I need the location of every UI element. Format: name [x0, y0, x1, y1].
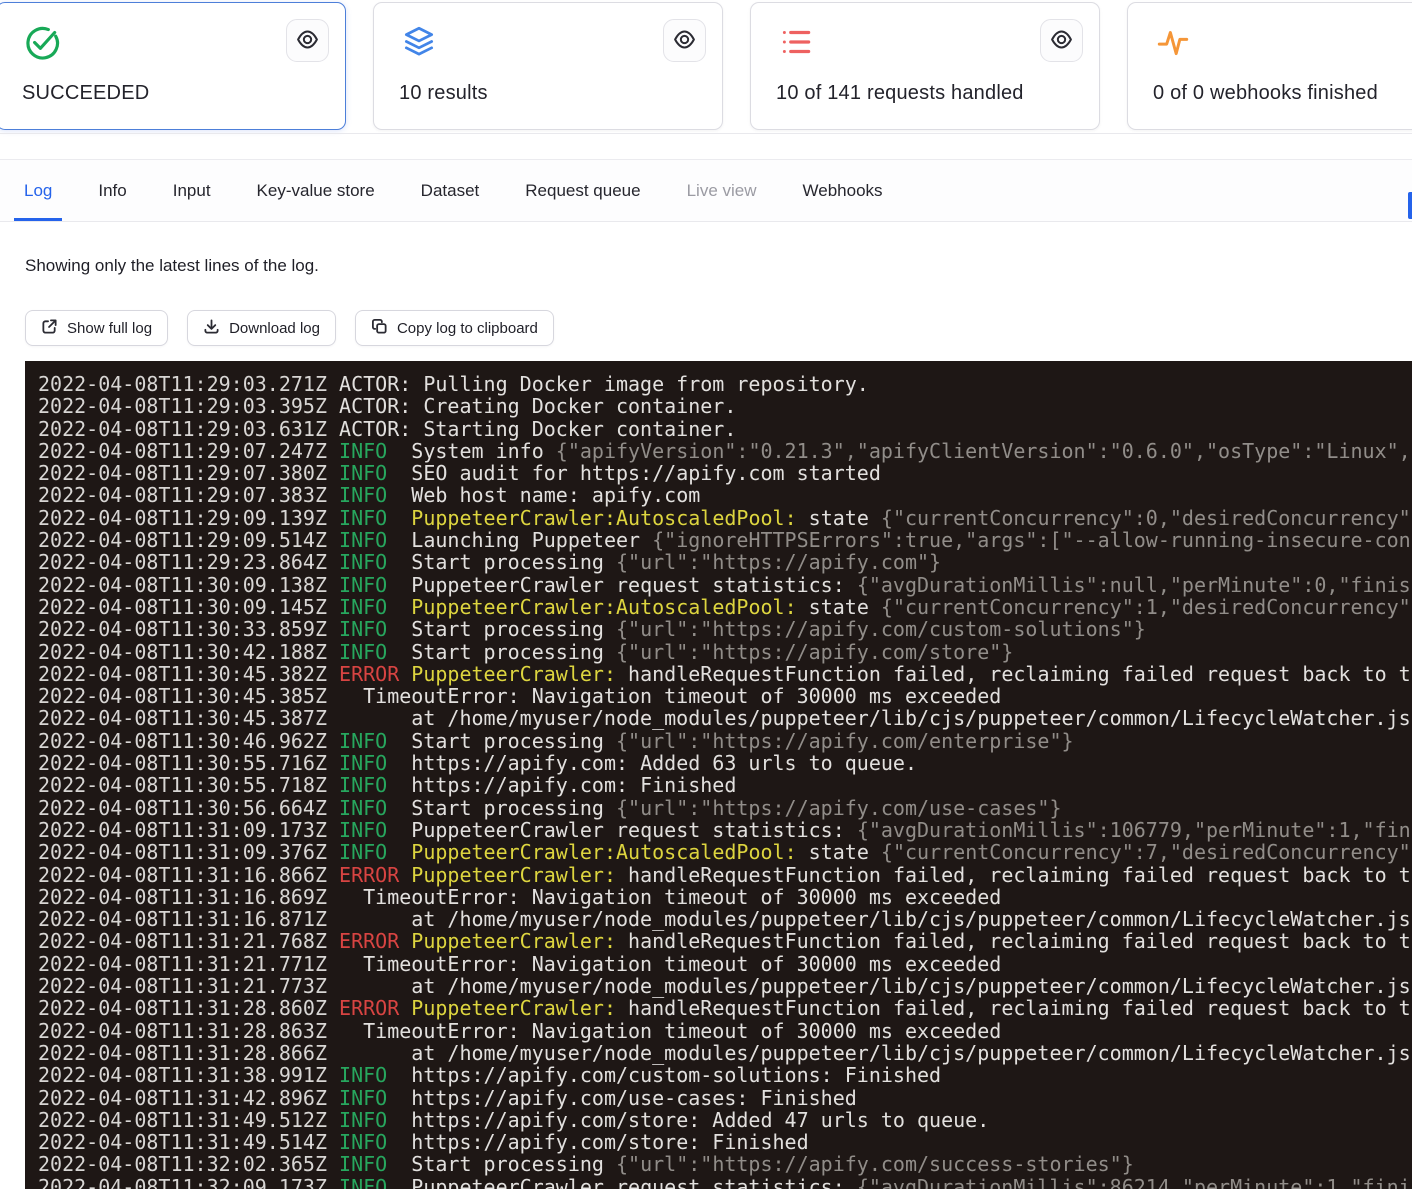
- tab-live-view[interactable]: Live view: [677, 160, 767, 221]
- status-card-webhooks[interactable]: 0 of 0 webhooks finished: [1127, 2, 1412, 130]
- log-line: 2022-04-08T11:30:09.138Z INFO PuppeteerC…: [38, 574, 1412, 596]
- log-line: 2022-04-08T11:30:45.387Z at /home/myuser…: [38, 707, 1412, 729]
- log-line: 2022-04-08T11:31:28.866Z at /home/myuser…: [38, 1042, 1412, 1064]
- status-card-succeeded[interactable]: SUCCEEDED: [0, 2, 346, 130]
- log-line: 2022-04-08T11:29:03.631Z ACTOR: Starting…: [38, 418, 1412, 440]
- log-line: 2022-04-08T11:29:03.271Z ACTOR: Pulling …: [38, 373, 1412, 395]
- log-line: 2022-04-08T11:30:42.188Z INFO Start proc…: [38, 641, 1412, 663]
- tab-dataset[interactable]: Dataset: [411, 160, 490, 221]
- log-line: 2022-04-08T11:30:55.718Z INFO https://ap…: [38, 774, 1412, 796]
- download-log-button[interactable]: Download log: [187, 310, 336, 346]
- log-line: 2022-04-08T11:31:28.860Z ERROR Puppeteer…: [38, 997, 1412, 1019]
- eye-icon: [296, 28, 319, 54]
- tab-request-queue[interactable]: Request queue: [515, 160, 650, 221]
- actor-run-page: SUCCEEDED 10 results: [0, 0, 1412, 1189]
- log-line: 2022-04-08T11:29:07.247Z INFO System inf…: [38, 440, 1412, 462]
- log-notice-text: Showing only the latest lines of the log…: [25, 256, 319, 276]
- copy-log-button[interactable]: Copy log to clipboard: [355, 310, 554, 346]
- run-status-label: SUCCEEDED: [22, 82, 149, 105]
- log-line: 2022-04-08T11:30:45.382Z ERROR Puppeteer…: [38, 663, 1412, 685]
- status-cards-row: SUCCEEDED 10 results: [0, 2, 1412, 130]
- list-icon: [777, 23, 815, 61]
- log-line: 2022-04-08T11:31:21.773Z at /home/myuser…: [38, 975, 1412, 997]
- layers-icon: [400, 23, 438, 61]
- status-card-requests[interactable]: 10 of 141 requests handled: [750, 2, 1100, 130]
- download-log-label: Download log: [229, 320, 320, 337]
- log-line: 2022-04-08T11:29:03.395Z ACTOR: Creating…: [38, 395, 1412, 417]
- view-results-button[interactable]: [663, 19, 706, 62]
- log-line: 2022-04-08T11:30:09.145Z INFO PuppeteerC…: [38, 596, 1412, 618]
- log-line: 2022-04-08T11:31:16.871Z at /home/myuser…: [38, 908, 1412, 930]
- eye-icon: [673, 28, 696, 54]
- pulse-icon: [1154, 23, 1192, 61]
- results-count-label: 10 results: [399, 82, 488, 105]
- log-line: 2022-04-08T11:31:09.173Z INFO PuppeteerC…: [38, 819, 1412, 841]
- view-status-button[interactable]: [286, 19, 329, 62]
- copy-log-label: Copy log to clipboard: [397, 320, 538, 337]
- log-line: 2022-04-08T11:32:09.173Z INFO PuppeteerC…: [38, 1176, 1412, 1189]
- log-line: 2022-04-08T11:29:07.383Z INFO Web host n…: [38, 484, 1412, 506]
- show-full-log-label: Show full log: [67, 320, 152, 337]
- log-line: 2022-04-08T11:29:09.139Z INFO PuppeteerC…: [38, 507, 1412, 529]
- view-requests-button[interactable]: [1040, 19, 1083, 62]
- log-line: 2022-04-08T11:31:49.512Z INFO https://ap…: [38, 1109, 1412, 1131]
- log-line: 2022-04-08T11:29:23.864Z INFO Start proc…: [38, 551, 1412, 573]
- tab-input[interactable]: Input: [163, 160, 221, 221]
- log-line: 2022-04-08T11:31:42.896Z INFO https://ap…: [38, 1087, 1412, 1109]
- log-line: 2022-04-08T11:31:16.866Z ERROR Puppeteer…: [38, 864, 1412, 886]
- log-line: 2022-04-08T11:31:16.869Z TimeoutError: N…: [38, 886, 1412, 908]
- log-line: 2022-04-08T11:31:38.991Z INFO https://ap…: [38, 1064, 1412, 1086]
- log-line: 2022-04-08T11:32:02.365Z INFO Start proc…: [38, 1153, 1412, 1175]
- log-line: 2022-04-08T11:30:55.716Z INFO https://ap…: [38, 752, 1412, 774]
- log-line: 2022-04-08T11:31:21.768Z ERROR Puppeteer…: [38, 930, 1412, 952]
- webhooks-finished-label: 0 of 0 webhooks finished: [1153, 82, 1378, 105]
- tabbar-right-accent: [1408, 192, 1412, 219]
- log-line: 2022-04-08T11:31:09.376Z INFO PuppeteerC…: [38, 841, 1412, 863]
- log-actions-row: Show full log Download log Copy log to c…: [25, 310, 554, 346]
- tab-key-value-store[interactable]: Key-value store: [247, 160, 385, 221]
- log-line: 2022-04-08T11:30:56.664Z INFO Start proc…: [38, 797, 1412, 819]
- cards-divider: [0, 133, 1412, 134]
- external-link-icon: [41, 318, 58, 339]
- tab-webhooks[interactable]: Webhooks: [793, 160, 893, 221]
- log-line: 2022-04-08T11:29:07.380Z INFO SEO audit …: [38, 462, 1412, 484]
- status-card-results[interactable]: 10 results: [373, 2, 723, 130]
- log-line: 2022-04-08T11:31:21.771Z TimeoutError: N…: [38, 953, 1412, 975]
- download-icon: [203, 318, 220, 339]
- show-full-log-button[interactable]: Show full log: [25, 310, 168, 346]
- log-line: 2022-04-08T11:30:33.859Z INFO Start proc…: [38, 618, 1412, 640]
- tab-log[interactable]: Log: [14, 160, 62, 221]
- requests-handled-label: 10 of 141 requests handled: [776, 82, 1024, 105]
- check-circle-icon: [23, 23, 61, 61]
- tab-info[interactable]: Info: [88, 160, 136, 221]
- log-line: 2022-04-08T11:30:45.385Z TimeoutError: N…: [38, 685, 1412, 707]
- run-tabbar: Log Info Input Key-value store Dataset R…: [0, 159, 1412, 222]
- log-line: 2022-04-08T11:29:09.514Z INFO Launching …: [38, 529, 1412, 551]
- copy-icon: [371, 318, 388, 339]
- log-line: 2022-04-08T11:31:49.514Z INFO https://ap…: [38, 1131, 1412, 1153]
- log-line: 2022-04-08T11:31:28.863Z TimeoutError: N…: [38, 1020, 1412, 1042]
- log-line: 2022-04-08T11:30:46.962Z INFO Start proc…: [38, 730, 1412, 752]
- log-output-terminal[interactable]: 2022-04-08T11:29:03.271Z ACTOR: Pulling …: [25, 361, 1412, 1189]
- eye-icon: [1050, 28, 1073, 54]
